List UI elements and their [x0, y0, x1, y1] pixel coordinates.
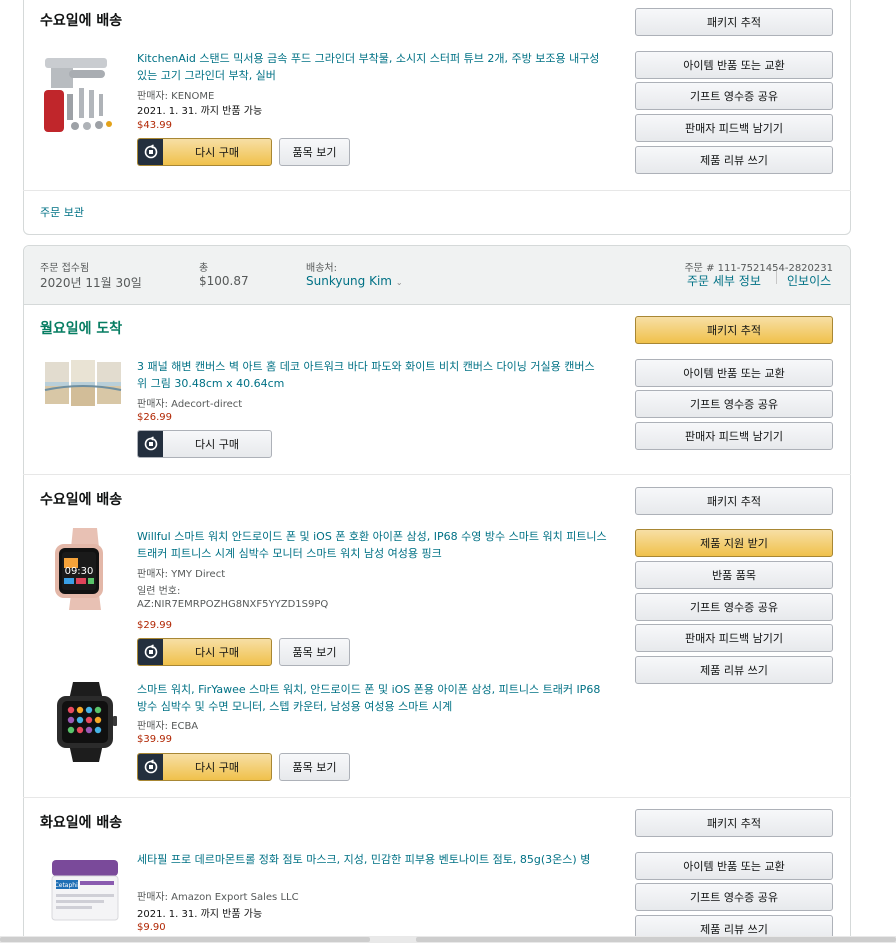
brand-mark: Cetaphil [55, 882, 80, 889]
return-items-button[interactable]: 반품 품목 [635, 561, 833, 589]
write-product-review-button[interactable]: 제품 리뷰 쓰기 [635, 656, 833, 684]
ship-to-name-dropdown[interactable]: Sunkyung Kim ⌄ [306, 274, 403, 288]
shipment-status-title: 화요일에 배송 [40, 815, 123, 831]
buy-again-icon [138, 639, 163, 665]
buy-again-button[interactable]: 다시 구매 [137, 638, 272, 666]
order-total-value: $100.87 [199, 274, 249, 288]
product-title-link[interactable]: 세타필 프로 데르마몬트롤 정화 점토 마스크, 지성, 민감한 피부용 벤토나… [137, 851, 607, 868]
seller-label: 판매자: YMY Direct [137, 569, 226, 580]
shipment-status-title: 월요일에 도착 [40, 321, 123, 337]
share-gift-receipt-button[interactable]: 기프트 영수증 공유 [635, 390, 833, 418]
product-price: $9.90 [137, 922, 166, 933]
buy-again-icon [138, 431, 163, 457]
view-item-button[interactable]: 품목 보기 [279, 138, 350, 166]
seller-label: 판매자: Adecort-direct [137, 399, 243, 410]
seller-label: 판매자: ECBA [137, 721, 199, 732]
product-price: $29.99 [137, 620, 172, 631]
leave-seller-feedback-button[interactable]: 판매자 피드백 남기기 [635, 114, 833, 142]
scrollbar-thumb[interactable] [0, 937, 370, 942]
product-image-black-watch[interactable] [51, 682, 121, 762]
invoice-link[interactable]: 인보이스 [787, 272, 831, 289]
product-image-grinder[interactable] [43, 54, 113, 132]
buy-again-label: 다시 구매 [195, 146, 239, 159]
buy-again-icon [138, 754, 163, 780]
serial-value: AZ:NIR7EMRPOZHG8NXF5YYZD1S9PQ [137, 599, 329, 610]
view-item-button[interactable]: 품목 보기 [279, 753, 350, 781]
buy-again-label: 다시 구매 [195, 761, 239, 774]
serial-label: 일련 번호: [137, 586, 181, 597]
share-gift-receipt-button[interactable]: 기프트 영수증 공유 [635, 593, 833, 621]
product-title-link[interactable]: Willful 스마트 워치 안드로이드 폰 및 iOS 폰 호환 아이폰 삼성… [137, 528, 607, 562]
scrollbar-track-segment [416, 937, 896, 942]
divider [23, 474, 851, 475]
buy-again-label: 다시 구매 [195, 646, 239, 659]
ship-to-name: Sunkyung Kim [306, 274, 392, 288]
horizontal-scrollbar[interactable] [0, 936, 896, 943]
product-title-link[interactable]: KitchenAid 스탠드 믹서용 금속 푸드 그라인더 부착물, 소시지 스… [137, 50, 607, 84]
buy-again-label: 다시 구매 [195, 438, 239, 451]
track-package-button[interactable]: 패키지 추적 [635, 487, 833, 515]
seller-label: 판매자: Amazon Export Sales LLC [137, 892, 299, 903]
product-image-pink-watch[interactable]: 09:30 [49, 528, 121, 610]
return-or-replace-button[interactable]: 아이템 반품 또는 교환 [635, 51, 833, 79]
track-package-button[interactable]: 패키지 추적 [635, 316, 833, 344]
link-separator [776, 271, 777, 284]
watch-face-time: 09:30 [65, 566, 94, 577]
order-details-link[interactable]: 주문 세부 정보 [687, 272, 761, 289]
buy-again-button[interactable]: 다시 구매 [137, 753, 272, 781]
product-image-canvas-art[interactable] [43, 360, 123, 406]
order-total-label: 총 [199, 263, 209, 274]
share-gift-receipt-button[interactable]: 기프트 영수증 공유 [635, 82, 833, 110]
order-placed-label: 주문 접수됨 [40, 263, 90, 274]
order-placed-date: 2020년 11월 30일 [40, 276, 142, 290]
leave-seller-feedback-button[interactable]: 판매자 피드백 남기기 [635, 422, 833, 450]
return-window-label: 2021. 1. 31. 까지 반품 가능 [137, 106, 263, 117]
buy-again-icon [138, 139, 163, 165]
product-price: $26.99 [137, 412, 172, 423]
share-gift-receipt-button[interactable]: 기프트 영수증 공유 [635, 883, 833, 911]
product-price: $39.99 [137, 734, 172, 745]
divider [23, 797, 851, 798]
return-or-replace-button[interactable]: 아이템 반품 또는 교환 [635, 852, 833, 880]
get-product-support-button[interactable]: 제품 지원 받기 [635, 529, 833, 557]
chevron-down-icon: ⌄ [395, 278, 403, 287]
seller-label: 판매자: KENOME [137, 91, 215, 102]
product-title-link[interactable]: 스마트 워치, FirYawee 스마트 워치, 안드로이드 폰 및 iOS 폰… [137, 681, 607, 715]
buy-again-button[interactable]: 다시 구매 [137, 138, 272, 166]
return-or-replace-button[interactable]: 아이템 반품 또는 교환 [635, 359, 833, 387]
track-package-button[interactable]: 패키지 추적 [635, 8, 833, 36]
view-item-button[interactable]: 품목 보기 [279, 638, 350, 666]
ship-to-label: 배송처: [306, 263, 337, 274]
shipment-status-title: 수요일에 배송 [40, 492, 123, 508]
divider [23, 190, 851, 191]
product-title-link[interactable]: 3 패널 해변 캔버스 벽 아트 홈 데코 아트워크 바다 파도와 화이트 비치… [137, 358, 607, 392]
buy-again-button[interactable]: 다시 구매 [137, 430, 272, 458]
shipment-status-title: 수요일에 배송 [40, 13, 123, 29]
product-price: $43.99 [137, 120, 172, 131]
product-image-clay-mask-jar[interactable]: Cetaphil [48, 858, 122, 924]
leave-seller-feedback-button[interactable]: 판매자 피드백 남기기 [635, 624, 833, 652]
write-product-review-button[interactable]: 제품 리뷰 쓰기 [635, 146, 833, 174]
archive-order-link[interactable]: 주문 보관 [40, 204, 84, 220]
track-package-button[interactable]: 패키지 추적 [635, 809, 833, 837]
return-window-label: 2021. 1. 31. 까지 반품 가능 [137, 909, 263, 920]
